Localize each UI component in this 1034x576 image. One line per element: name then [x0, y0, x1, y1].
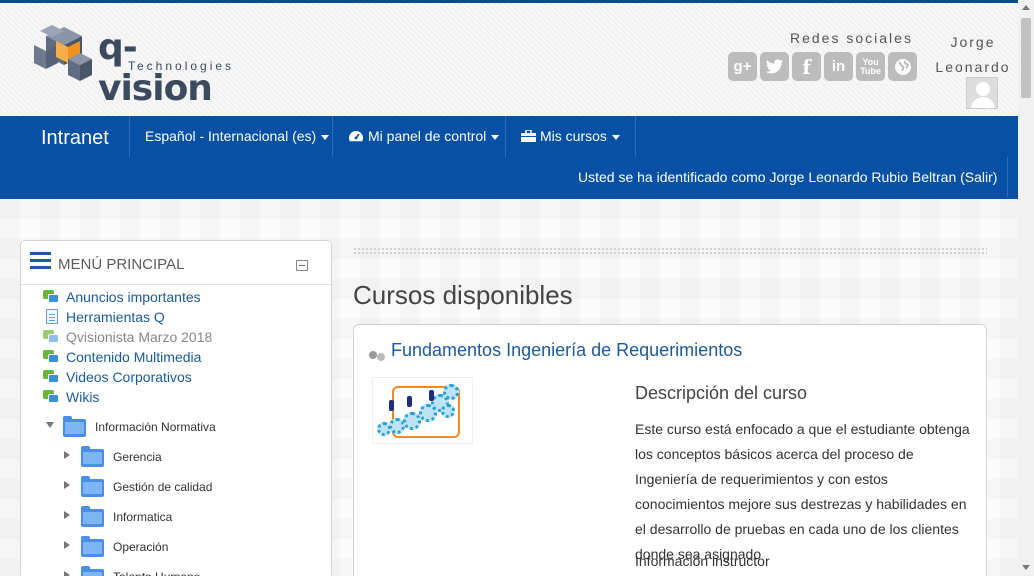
login-info-link[interactable]: Usted se ha identificado como Jorge Leon…: [568, 157, 1009, 197]
category-item[interactable]: Información Normativa: [21, 415, 333, 441]
caret-down-icon: [611, 134, 620, 140]
site-logo[interactable]: q-vision Technologies: [30, 23, 250, 109]
language-menu-label: Español - Internacional (es): [145, 128, 317, 144]
caret-down-icon: [321, 134, 330, 140]
dashboard-icon: [349, 131, 363, 142]
collapsed-arrow-icon[interactable]: [64, 541, 70, 549]
caret-down-icon: [491, 134, 500, 140]
course-description: Este curso está enfocado a que el estudi…: [635, 421, 970, 562]
collapsed-arrow-icon[interactable]: [64, 571, 70, 576]
expanded-arrow-icon[interactable]: [46, 422, 54, 428]
block-title: MENÚ PRINCIPAL: [58, 256, 185, 273]
user-name[interactable]: Jorge Leonardo: [928, 30, 1018, 80]
user-avatar[interactable]: [966, 77, 998, 109]
menu-link[interactable]: Anuncios importantes: [66, 287, 201, 307]
folder-icon: [81, 536, 104, 557]
course-description-title: Descripción del curso: [635, 383, 808, 403]
course-card: Fundamentos Ingeniería de Requerimientos…: [353, 324, 987, 576]
logo-cubes-icon: [34, 25, 92, 81]
folder-icon: [81, 446, 104, 467]
menu-link[interactable]: Wikis: [66, 387, 99, 407]
main-menu-block: MENÚ PRINCIPAL Anuncios importantes Herr…: [20, 240, 332, 576]
collapsed-arrow-icon[interactable]: [64, 481, 70, 489]
social-links: g+ f in You Tube: [728, 52, 917, 81]
dashboard-menu-label: Mi panel de control: [368, 128, 487, 144]
social-label: Redes sociales: [790, 30, 913, 46]
page-icon: [46, 309, 58, 324]
subcategory-item[interactable]: Gestión de calidad: [21, 475, 333, 501]
subcategory-label[interactable]: Informatica: [113, 507, 172, 527]
menu-link-hidden[interactable]: Qvisionista Marzo 2018: [66, 327, 212, 347]
collapse-icon[interactable]: [296, 260, 308, 271]
block-header: MENÚ PRINCIPAL: [21, 241, 331, 285]
scroll-down-arrow-icon[interactable]: [1022, 565, 1030, 570]
forum-icon: [43, 330, 59, 344]
instructor-info-label: Información instructor: [635, 553, 770, 569]
scrollbar[interactable]: [1018, 0, 1034, 576]
course-image[interactable]: [372, 377, 473, 444]
folder-icon: [63, 416, 86, 437]
course-image-runner: [389, 400, 394, 411]
course-image-gear: [441, 404, 455, 418]
courses-menu-label: Mis cursos: [540, 128, 607, 144]
courses-menu[interactable]: Mis cursos: [505, 116, 636, 157]
menu-link[interactable]: Contenido Multimedia: [66, 347, 201, 367]
course-image-runner: [429, 390, 434, 401]
menu-icon: [30, 252, 51, 269]
subcategory-label[interactable]: Gerencia: [113, 447, 162, 467]
subcategory-item[interactable]: Talento Humano: [21, 565, 333, 576]
subcategory-item[interactable]: Gerencia: [21, 445, 333, 471]
scroll-up-arrow-icon[interactable]: [1022, 5, 1030, 10]
avatar-body-shape: [971, 97, 995, 108]
main-navbar: Intranet Español - Internacional (es) Mi…: [0, 116, 1018, 199]
subcategory-label[interactable]: Gestión de calidad: [113, 477, 212, 497]
collapsed-arrow-icon[interactable]: [64, 451, 70, 459]
section-divider: [353, 247, 987, 256]
course-image-gear: [443, 384, 459, 400]
subcategory-item[interactable]: Informatica: [21, 505, 333, 531]
forum-icon: [43, 370, 59, 384]
subcategory-label[interactable]: Talento Humano: [113, 567, 200, 576]
linkedin-icon[interactable]: in: [824, 52, 853, 81]
web-icon[interactable]: [888, 52, 917, 81]
google-plus-icon[interactable]: g+: [728, 52, 757, 81]
scroll-thumb[interactable]: [1021, 18, 1031, 98]
subcategory-item[interactable]: Operación: [21, 535, 333, 561]
site-header: q-vision Technologies Redes sociales g+ …: [0, 0, 1018, 116]
collapsed-arrow-icon[interactable]: [64, 511, 70, 519]
subcategory-label[interactable]: Operación: [113, 537, 168, 557]
brand-link[interactable]: Intranet: [41, 127, 109, 150]
forum-icon: [43, 290, 59, 304]
menu-link[interactable]: Herramientas Q: [66, 307, 165, 327]
briefcase-icon: [521, 129, 536, 142]
youtube-icon[interactable]: You Tube: [856, 52, 885, 81]
course-image-runner: [407, 396, 412, 407]
language-menu[interactable]: Español - Internacional (es): [129, 116, 344, 157]
logo-subtitle: Technologies: [128, 59, 235, 73]
twitter-icon[interactable]: [760, 52, 789, 81]
avatar-head-shape: [976, 82, 990, 96]
menu-link[interactable]: Videos Corporativos: [66, 367, 192, 387]
course-icon: [369, 348, 387, 362]
forum-icon: [43, 350, 59, 364]
page-title: Cursos disponibles: [353, 280, 573, 310]
facebook-icon[interactable]: f: [792, 52, 821, 81]
category-label[interactable]: Información Normativa: [95, 417, 216, 437]
dashboard-menu[interactable]: Mi panel de control: [332, 116, 514, 157]
folder-icon: [81, 476, 104, 497]
folder-icon: [81, 506, 104, 527]
folder-icon: [81, 566, 104, 576]
forum-icon: [43, 390, 59, 404]
course-title-link[interactable]: Fundamentos Ingeniería de Requerimientos: [391, 340, 742, 361]
